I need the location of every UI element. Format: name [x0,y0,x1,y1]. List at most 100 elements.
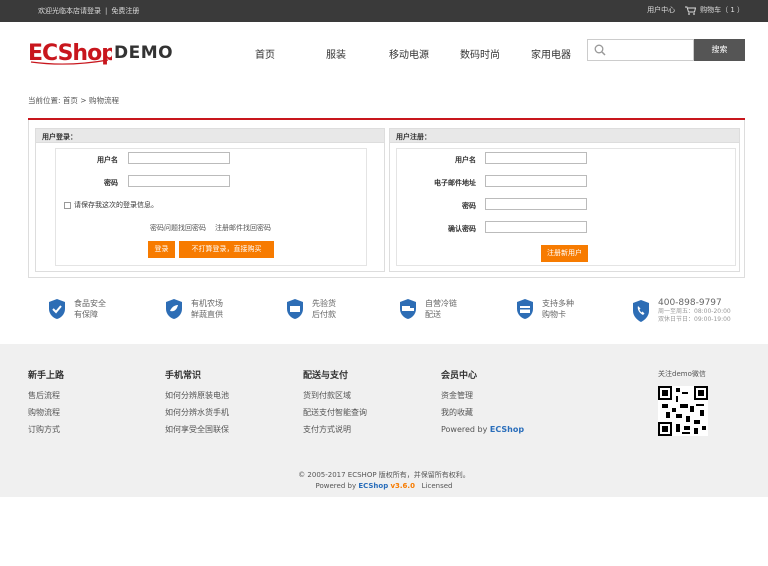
inspect-icon [287,299,303,319]
footer-link[interactable]: 如何享受全国联保 [165,421,229,438]
footer-link[interactable]: 购物流程 [28,404,64,421]
password-label: 密码 [104,179,118,187]
footer-col-delivery: 配送与支付 货到付款区域 配送支付智能查询 支付方式说明 [303,368,367,438]
remember-row[interactable]: 请保存我这次的登录信息。 [64,200,158,210]
header: ECShop DEMO 首页 服装 移动电源 数码时尚 家用电器 搜索 [0,22,768,84]
features-bar: 食品安全 有保障 有机农场鲜蔬直供 先验货后付款 自营冷链配送 支持多种购物卡 4… [0,290,768,340]
copyright-block: © 2005-2017 ECSHOP 版权所有，并保留所有权利。 Powered… [0,470,768,492]
register-link[interactable]: 免费注册 [111,7,139,15]
login-section: 用户登录： 用户名 密码 请保存我这次的登录信息。 密码问题找回密码 注册邮件找… [35,128,385,272]
footer: 新手上路 售后流程 购物流程 订购方式 手机常识 如何分辨原装电池 如何分辨水货… [0,344,768,497]
powered-by-brand[interactable]: ECShop [358,482,388,490]
ecshop-logo-icon: ECShop [28,41,112,66]
register-button[interactable]: 注册新用户 [541,245,588,262]
footer-link[interactable]: 货到付款区域 [303,387,367,404]
powered-by: Powered by ECShop [441,421,524,438]
top-bar: 欢迎光临本店请登录 | 免费注册 用户中心 购物车（ 1 ） [0,0,768,22]
recover-by-email-link[interactable]: 注册邮件找回密码 [215,223,271,233]
nav-item-digital[interactable]: 数码时尚 [460,46,500,61]
feature-text: 后付款 [312,310,336,319]
feature-text: 鲜蔬直供 [191,310,223,319]
confirm-password-input[interactable] [485,221,587,233]
feature-text: 配送 [425,310,441,319]
hotline: 400-898-9797 周一至周五：08:00-20:00 双休日节日：09:… [632,298,731,324]
feature-text: 购物卡 [542,310,566,319]
login-title: 用户登录： [36,129,384,143]
footer-col-member: 会员中心 资金管理 我的收藏 Powered by ECShop [441,368,524,438]
card-icon [517,299,533,319]
nav-item-clothing[interactable]: 服装 [326,46,346,61]
feature-inspect: 先验货 后付款 [286,298,336,320]
qr-code-icon [658,386,708,436]
footer-link[interactable]: 支付方式说明 [303,421,367,438]
email-label: 电子邮件地址 [434,179,476,187]
breadcrumb: 当前位置: 首页 > 购物流程 [28,96,119,105]
footer-col-title: 会员中心 [441,371,478,381]
remember-label: 请保存我这次的登录信息。 [74,201,158,209]
feature-cards: 支持多种 购物卡 [516,298,574,320]
feature-text: 自营冷链 [425,299,457,308]
nav-item-power-bank[interactable]: 移动电源 [389,46,429,61]
footer-col-title: 手机常识 [165,371,202,381]
feature-food-safety: 食品安全 有保障 [48,298,106,320]
feature-text: 有机农场 [191,299,223,308]
svg-text:ECShop: ECShop [28,41,112,66]
top-bar-right: 用户中心 购物车（ 1 ） [647,5,744,15]
register-section: 用户注册： 用户名 电子邮件地址 密码 确认密码 注册新用户 [389,128,740,272]
feature-text: 先验货 [312,299,336,308]
remember-checkbox[interactable] [64,201,71,209]
reg-username-input[interactable] [485,152,587,164]
register-title: 用户注册： [390,129,739,143]
recover-by-question-link[interactable]: 密码问题找回密码 [150,223,206,233]
powered-by-line: Powered by ECShop v3.6.0 Licensed [0,481,768,492]
feature-text: 支持多种 [542,299,574,308]
footer-col-title: 配送与支付 [303,371,349,381]
footer-col-phone-tips: 手机常识 如何分辨原装电池 如何分辨水货手机 如何享受全国联保 [165,368,229,438]
footer-link[interactable]: 我的收藏 [441,404,524,421]
nav-item-home[interactable]: 首页 [255,46,275,61]
reg-password-label: 密码 [462,202,476,210]
footer-col-newbie: 新手上路 售后流程 购物流程 订购方式 [28,368,64,438]
logo-demo-text: DEMO [114,43,174,63]
footer-link[interactable]: 配送支付智能查询 [303,404,367,421]
welcome-link[interactable]: 欢迎光临本店请登录 [38,7,101,15]
search-box [587,39,694,61]
feature-cold-chain: 自营冷链 配送 [399,298,457,320]
search-icon [594,44,606,56]
hotline-hours-weekend: 双休日节日：09:00-19:00 [658,316,731,323]
footer-link[interactable]: 如何分辨水货手机 [165,404,229,421]
logo[interactable]: ECShop DEMO [28,40,173,66]
truck-icon [400,299,416,319]
search-button[interactable]: 搜索 [694,39,745,61]
login-password-input[interactable] [128,175,230,187]
cart-label: 购物车（ 1 ） [700,6,744,14]
powered-by-prefix: Powered by [315,482,359,490]
license-text: Licensed [421,482,453,490]
hotline-hours-weekday: 周一至周五：08:00-20:00 [658,308,731,315]
email-input[interactable] [485,175,587,187]
top-bar-left: 欢迎光临本店请登录 | 免费注册 [38,6,139,16]
login-button[interactable]: 登录 [148,241,175,258]
powered-by-brand[interactable]: ECShop [490,425,524,434]
leaf-shield-icon [166,299,182,319]
confirm-password-label: 确认密码 [448,225,476,233]
nav-item-appliances[interactable]: 家用电器 [531,46,571,61]
reg-password-input[interactable] [485,198,587,210]
user-center-link[interactable]: 用户中心 [647,5,675,15]
feature-organic: 有机农场 鲜蔬直供 [165,298,223,320]
search-input[interactable] [610,42,690,58]
reg-username-label: 用户名 [455,156,476,164]
login-username-input[interactable] [128,152,230,164]
footer-link[interactable]: 资金管理 [441,387,524,404]
version-text: v3.6.0 [390,482,415,490]
guest-checkout-button[interactable]: 不打算登录，直接购买 [179,241,274,258]
cart-link[interactable]: 购物车（ 1 ） [685,5,744,15]
footer-link[interactable]: 售后流程 [28,387,64,404]
phone-icon [633,300,649,322]
cart-icon [685,6,697,15]
footer-link[interactable]: 订购方式 [28,421,64,438]
search-bar: 搜索 [587,39,745,61]
footer-link[interactable]: 如何分辨原装电池 [165,387,229,404]
feature-text: 食品安全 [74,299,106,308]
copyright-text: © 2005-2017 ECSHOP 版权所有，并保留所有权利。 [298,471,470,479]
